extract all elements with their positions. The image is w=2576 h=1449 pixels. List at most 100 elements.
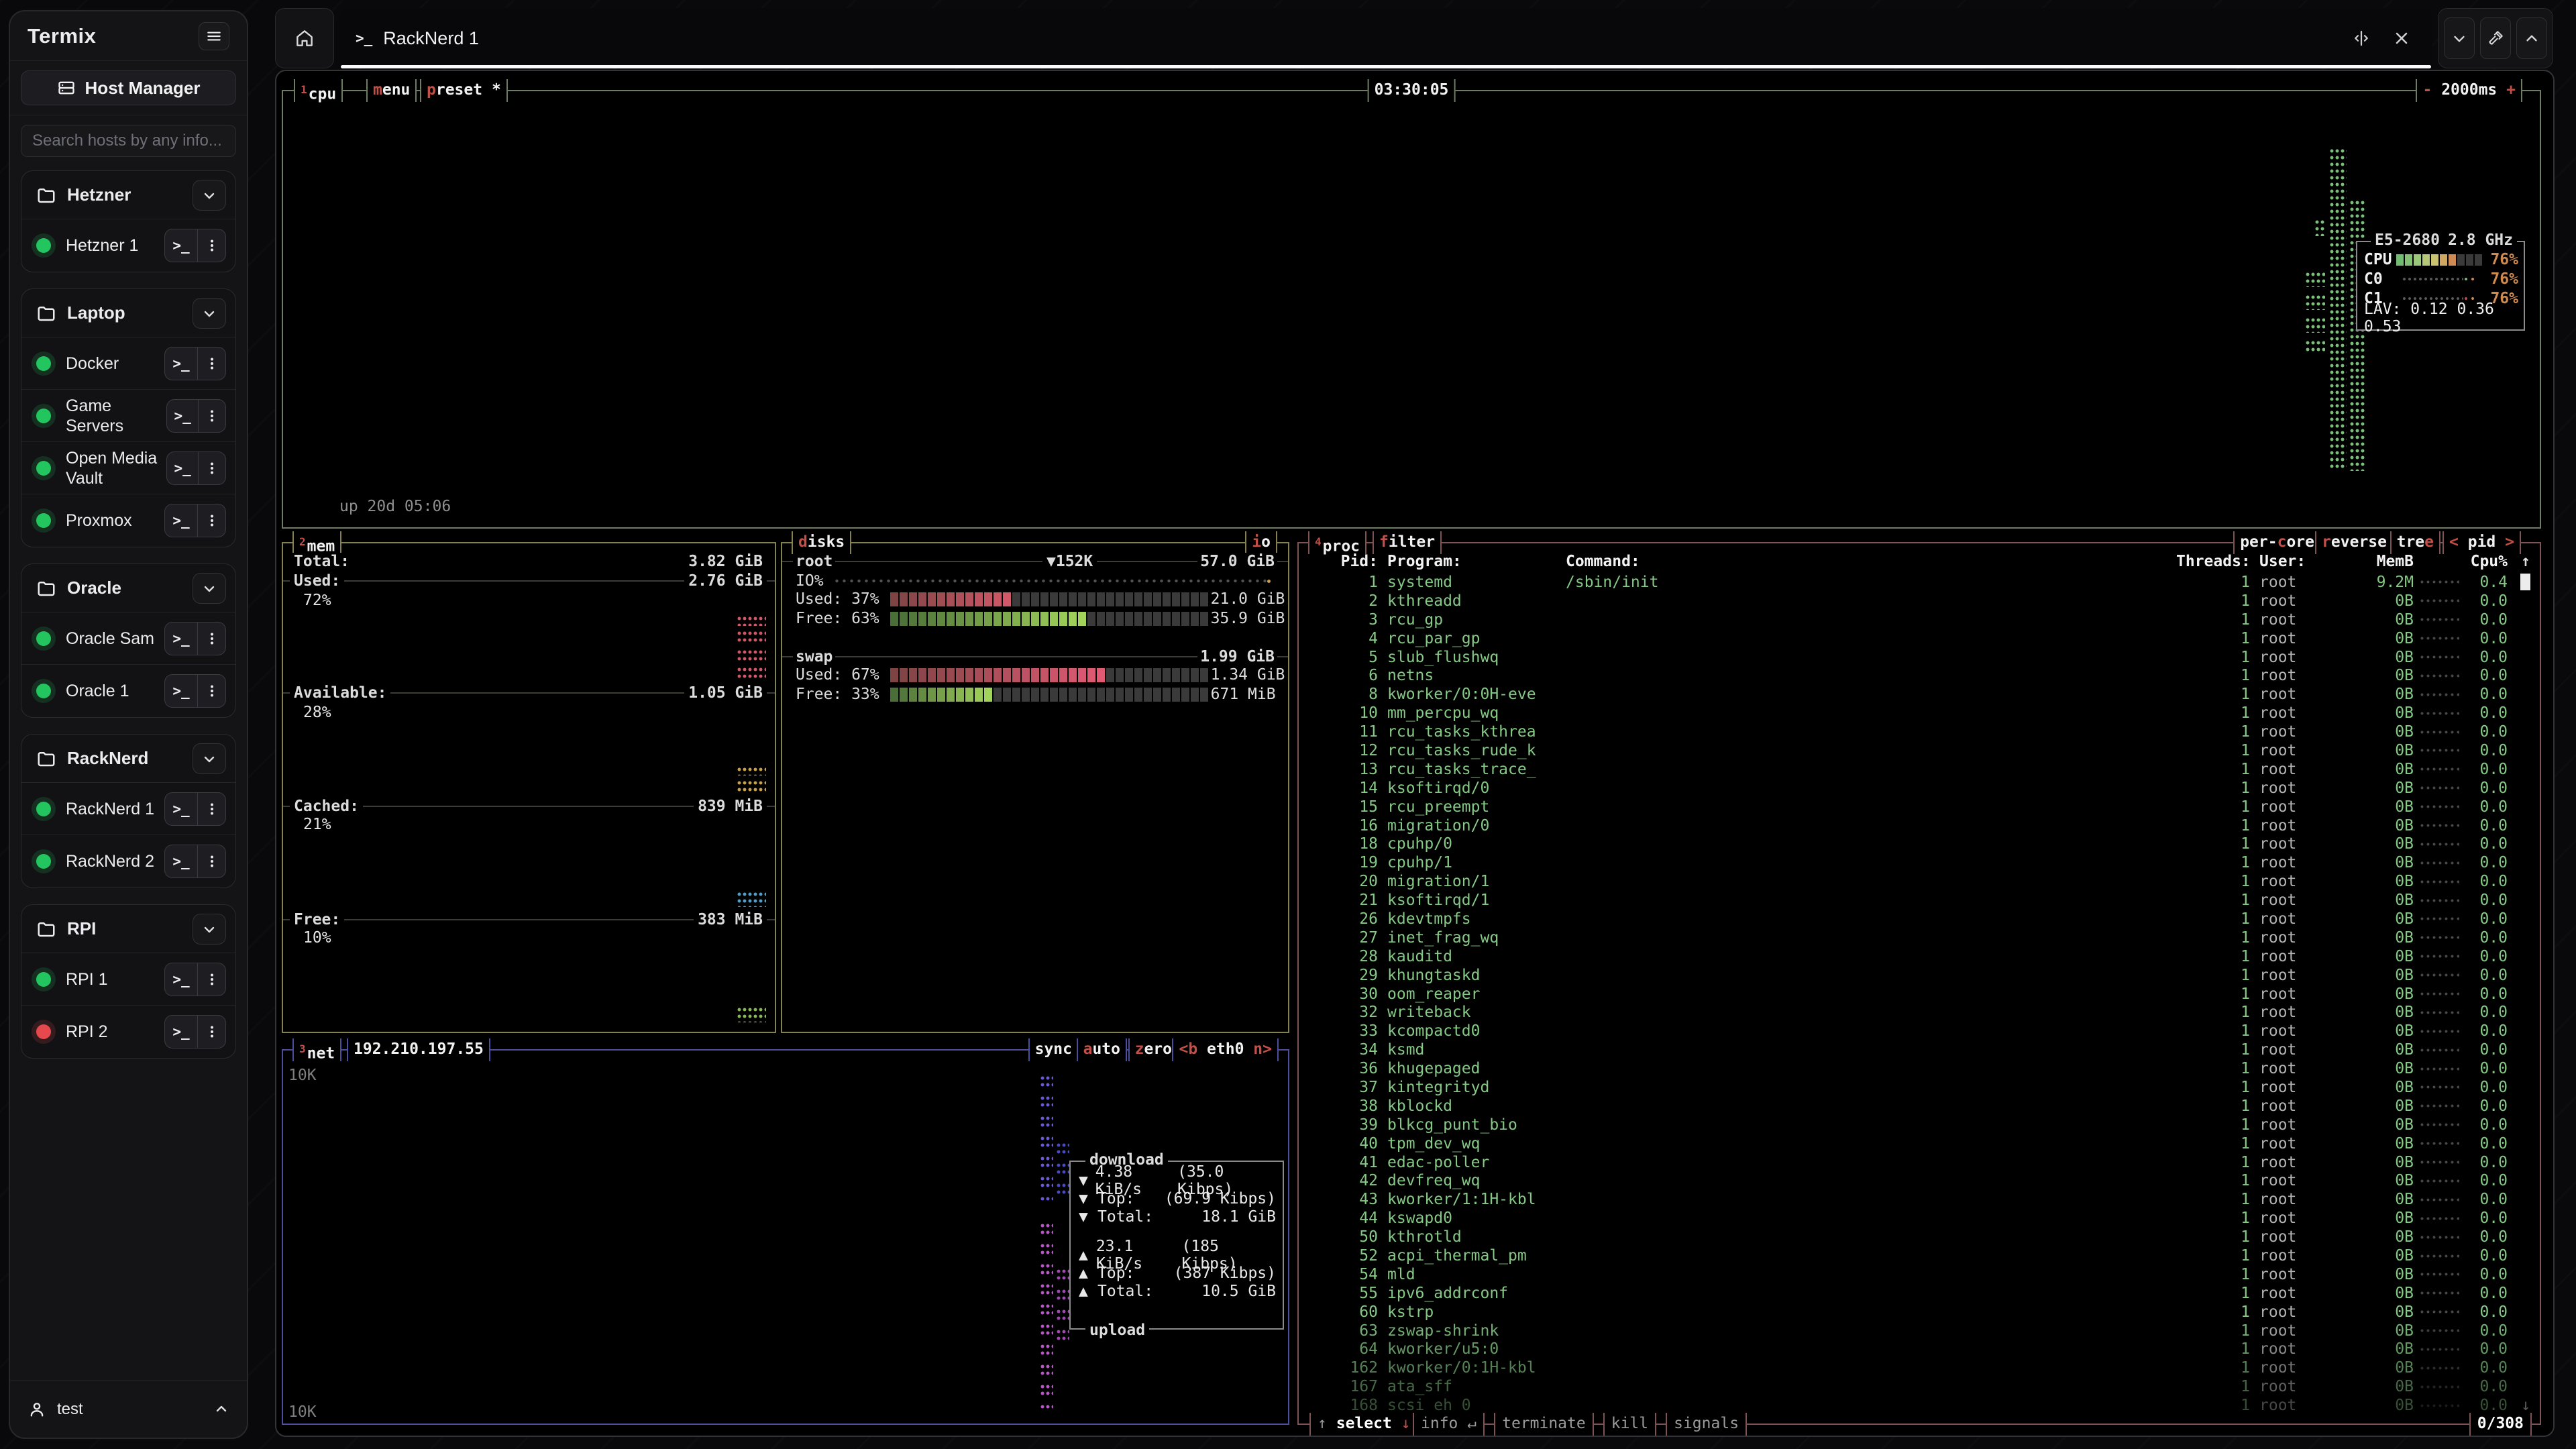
process-row[interactable]: 6netns1root0B0.0 <box>1299 666 2540 685</box>
process-row[interactable]: 162kworker/0:1H-kbl1root0B0.0 <box>1299 1358 2540 1377</box>
process-row[interactable]: 8kworker/0:0H-eve1root0B0.0 <box>1299 685 2540 704</box>
process-row[interactable]: 32writeback1root0B0.0 <box>1299 1003 2540 1022</box>
process-row[interactable]: 21ksoftirqd/11root0B0.0 <box>1299 891 2540 910</box>
process-row[interactable]: 44kswapd01root0B0.0 <box>1299 1209 2540 1228</box>
collapse-button[interactable] <box>2444 17 2475 59</box>
group-header-racknerd[interactable]: RackNerd <box>21 735 235 783</box>
process-row[interactable]: 55ipv6_addrconf1root0B0.0 <box>1299 1284 2540 1303</box>
open-terminal-button[interactable]: >_ <box>165 1016 197 1048</box>
process-row[interactable]: 18cpuhp/01root0B0.0 <box>1299 835 2540 853</box>
open-terminal-button[interactable]: >_ <box>165 504 197 537</box>
process-row[interactable]: 64kworker/u5:01root0B0.0 <box>1299 1340 2540 1359</box>
process-row[interactable]: 54mld1root0B0.0 <box>1299 1265 2540 1284</box>
host-menu-button[interactable] <box>197 845 225 877</box>
process-row[interactable]: 37kintegrityd1root0B0.0 <box>1299 1078 2540 1097</box>
group-collapse-button[interactable] <box>193 298 226 329</box>
host-menu-button[interactable] <box>197 623 225 655</box>
footer-action-terminate[interactable]: terminate <box>1494 1413 1594 1436</box>
process-row[interactable]: 28kauditd1root0B0.0 <box>1299 947 2540 966</box>
process-row[interactable]: 38kblockd1root0B0.0 <box>1299 1097 2540 1116</box>
home-button[interactable] <box>275 8 334 68</box>
process-row[interactable]: 1systemd/sbin/init1root9.2M0.4 <box>1299 573 2540 592</box>
host-item-rpi-2[interactable]: RPI 2>_ <box>21 1006 235 1058</box>
process-row[interactable]: 2kthreadd1root0B0.0 <box>1299 592 2540 610</box>
process-row[interactable]: 4rcu_par_gp1root0B0.0 <box>1299 629 2540 648</box>
tab-racknerd-1[interactable]: >_ RackNerd 1 <box>339 8 2432 68</box>
process-row[interactable]: 19cpuhp/11root0B0.0 <box>1299 853 2540 872</box>
process-row[interactable]: 168scsi_eh_01root0B0.0↓ <box>1299 1396 2540 1415</box>
search-input[interactable] <box>21 125 236 157</box>
host-menu-button[interactable] <box>198 400 225 432</box>
process-row[interactable]: 16migration/01root0B0.0 <box>1299 816 2540 835</box>
reverse-button[interactable]: reverse <box>2315 531 2394 554</box>
footer-action-info[interactable]: info ↵ <box>1413 1413 1485 1436</box>
host-item-oracle-sam[interactable]: Oracle Sam>_ <box>21 612 235 665</box>
group-collapse-button[interactable] <box>193 180 226 211</box>
process-row[interactable]: 27inet_frag_wq1root0B0.0 <box>1299 928 2540 947</box>
host-item-hetzner-1[interactable]: Hetzner 1>_ <box>21 219 235 272</box>
process-row[interactable]: 39blkcg_punt_bio1root0B0.0 <box>1299 1116 2540 1134</box>
process-row[interactable]: 15rcu_preempt1root0B0.0 <box>1299 798 2540 816</box>
scrollbar-thumb[interactable] <box>2520 574 2530 590</box>
process-row[interactable]: 12rcu_tasks_rude_k1root0B0.0 <box>1299 741 2540 760</box>
tools-button[interactable] <box>2480 17 2511 59</box>
footer-select[interactable]: ↑ select ↓ <box>1309 1413 1419 1436</box>
host-item-game-servers[interactable]: Game Servers>_ <box>21 390 235 442</box>
filter-button[interactable]: filter <box>1373 531 1442 554</box>
process-row[interactable]: 3rcu_gp1root0B0.0 <box>1299 610 2540 629</box>
per-core-button[interactable]: per-core <box>2233 531 2321 554</box>
host-menu-button[interactable] <box>198 452 225 484</box>
sort-column-switcher[interactable]: < pid > <box>2443 531 2521 554</box>
host-item-oracle-1[interactable]: Oracle 1>_ <box>21 665 235 717</box>
process-row[interactable]: 60kstrp1root0B0.0 <box>1299 1303 2540 1322</box>
process-row[interactable]: 52acpi_thermal_pm1root0B0.0 <box>1299 1246 2540 1265</box>
open-terminal-button[interactable]: >_ <box>165 963 197 996</box>
close-icon[interactable] <box>2387 23 2416 53</box>
process-row[interactable]: 36khugepaged1root0B0.0 <box>1299 1059 2540 1078</box>
update-interval-control[interactable]: - 2000ms + <box>2416 79 2522 102</box>
process-row[interactable]: 63zswap-shrink1root0B0.0 <box>1299 1322 2540 1340</box>
preset-button[interactable]: preset * <box>420 79 508 102</box>
open-terminal-button[interactable]: >_ <box>167 452 198 484</box>
host-item-rpi-1[interactable]: RPI 1>_ <box>21 953 235 1006</box>
process-row[interactable]: 41edac-poller1root0B0.0 <box>1299 1153 2540 1172</box>
host-item-docker[interactable]: Docker>_ <box>21 337 235 390</box>
user-row[interactable]: test <box>10 1380 247 1438</box>
group-collapse-button[interactable] <box>193 743 226 774</box>
net-auto-button[interactable]: auto <box>1077 1038 1127 1061</box>
process-row[interactable]: 10mm_percpu_wq1root0B0.0 <box>1299 704 2540 722</box>
host-manager-button[interactable]: Host Manager <box>21 70 236 105</box>
process-row[interactable]: 33kcompactd01root0B0.0 <box>1299 1022 2540 1040</box>
host-menu-button[interactable] <box>197 347 225 380</box>
open-terminal-button[interactable]: >_ <box>165 623 197 655</box>
io-mode-button[interactable]: io <box>1245 531 1277 554</box>
menu-button[interactable]: menu <box>366 79 417 102</box>
open-terminal-button[interactable]: >_ <box>165 793 197 825</box>
group-header-oracle[interactable]: Oracle <box>21 564 235 612</box>
process-row[interactable]: 43kworker/1:1H-kbl1root0B0.0 <box>1299 1190 2540 1209</box>
open-terminal-button[interactable]: >_ <box>165 675 197 707</box>
host-menu-button[interactable] <box>197 963 225 996</box>
open-terminal-button[interactable]: >_ <box>165 229 197 262</box>
process-row[interactable]: 29khungtaskd1root0B0.0 <box>1299 966 2540 985</box>
host-item-open-media-vault[interactable]: Open Media Vault>_ <box>21 442 235 494</box>
net-zero-button[interactable]: zero <box>1128 1038 1179 1061</box>
process-row[interactable]: 20migration/11root0B0.0 <box>1299 872 2540 891</box>
net-sync-button[interactable]: sync <box>1028 1038 1079 1061</box>
host-item-proxmox[interactable]: Proxmox>_ <box>21 494 235 547</box>
group-header-rpi[interactable]: RPI <box>21 905 235 953</box>
host-item-racknerd-2[interactable]: RackNerd 2>_ <box>21 835 235 888</box>
process-row[interactable]: 167ata_sff1root0B0.0 <box>1299 1377 2540 1396</box>
group-collapse-button[interactable] <box>193 914 226 945</box>
process-row[interactable]: 11rcu_tasks_kthrea1root0B0.0 <box>1299 722 2540 741</box>
process-row[interactable]: 5slub_flushwq1root0B0.0 <box>1299 648 2540 667</box>
process-row[interactable]: 26kdevtmpfs1root0B0.0 <box>1299 910 2540 928</box>
sidebar-menu-button[interactable] <box>199 22 229 50</box>
process-row[interactable]: 42devfreq_wq1root0B0.0 <box>1299 1172 2540 1191</box>
host-menu-button[interactable] <box>197 229 225 262</box>
tree-button[interactable]: tree <box>2390 531 2440 554</box>
process-row[interactable]: 13rcu_tasks_trace_1root0B0.0 <box>1299 760 2540 779</box>
open-terminal-button[interactable]: >_ <box>165 347 197 380</box>
host-menu-button[interactable] <box>197 793 225 825</box>
split-pane-icon[interactable] <box>2347 23 2376 53</box>
